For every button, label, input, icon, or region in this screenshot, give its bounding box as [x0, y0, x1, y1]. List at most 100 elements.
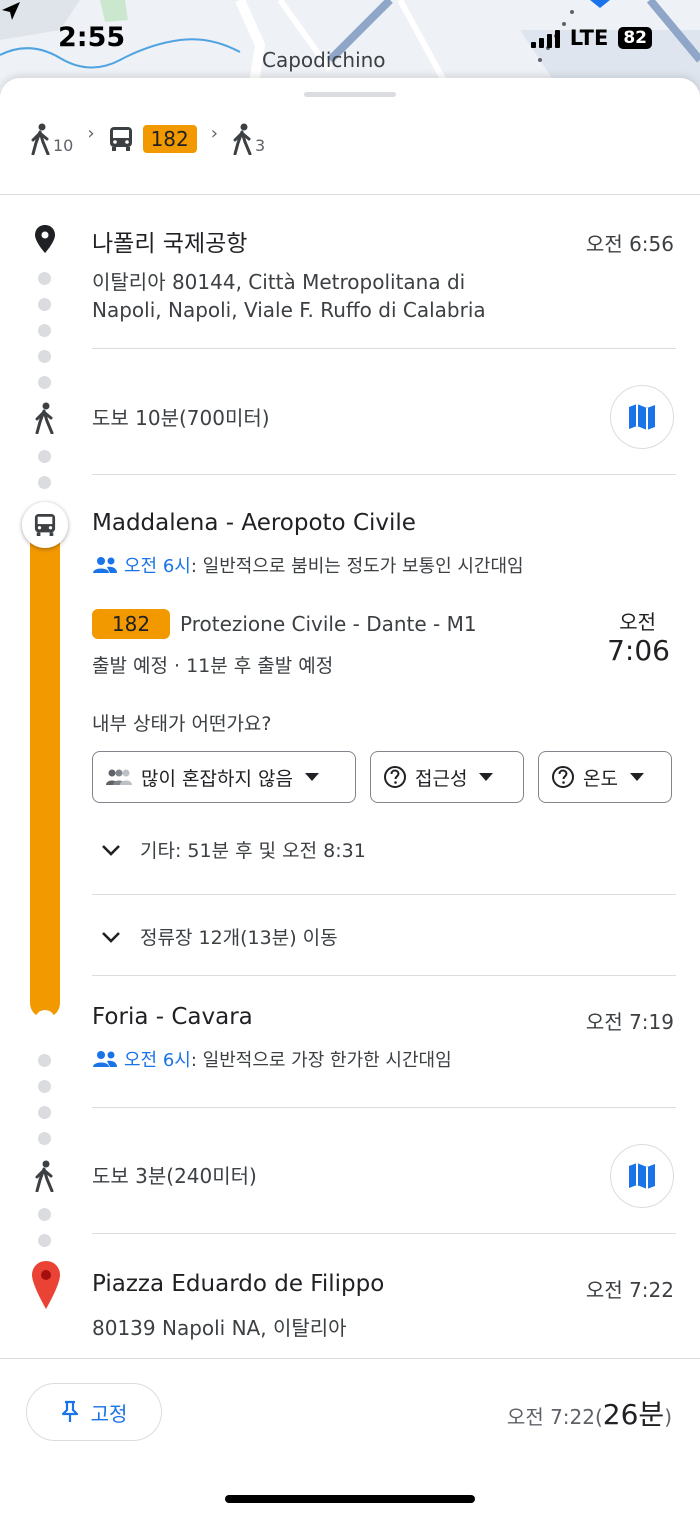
feedback-question: 내부 상태가 어떤가요?	[92, 713, 272, 735]
destination-title[interactable]: Piazza Eduardo de Filippo	[92, 1271, 384, 1297]
crowd-chip-label: 많이 혼잡하지 않음	[141, 767, 293, 790]
bus-route-badge: 182	[92, 609, 170, 639]
question-icon	[552, 766, 574, 788]
divider	[92, 1233, 676, 1234]
walk-icon	[35, 402, 54, 434]
origin-time: 오전 6:56	[585, 232, 674, 256]
walk-path-dot	[38, 272, 51, 285]
bus-headsign: Protezione Civile - Dante - M1	[180, 612, 477, 636]
departure-time: 7:06	[607, 634, 670, 667]
alight-crowd-time[interactable]: 오전 6시	[124, 1050, 191, 1071]
accessibility-chip[interactable]: 접근성	[370, 751, 524, 803]
walk-path-dot	[38, 1208, 51, 1221]
walk1-text: 도보 10분(700미터)	[92, 406, 270, 430]
accessibility-chip-label: 접근성	[415, 767, 468, 790]
bus-icon	[109, 127, 132, 151]
route-summary: 10 › 182 › 3	[30, 114, 265, 164]
other-departures-text: 기타: 51분 후 및 오전 8:31	[140, 840, 366, 862]
temperature-chip[interactable]: 온도	[538, 751, 672, 803]
other-departures-row[interactable]: 기타: 51분 후 및 오전 8:31	[100, 836, 366, 863]
origin-address-line1: 이탈리아 80144, Città Metropolitana di	[92, 270, 466, 294]
divider	[92, 894, 676, 895]
signal-icon	[530, 28, 560, 48]
location-arrow-icon	[2, 2, 20, 20]
alight-stop-time: 오전 7:19	[585, 1010, 674, 1034]
bus-route-badge: 182	[142, 125, 197, 153]
home-indicator[interactable]	[225, 1495, 475, 1503]
stops-row[interactable]: 정류장 12개(13분) 이동	[100, 923, 338, 950]
board-crowd-text: : 일반적으로 붐비는 정도가 보통인 시간대임	[190, 556, 524, 577]
walk-path-dot	[38, 476, 51, 489]
trip-summary: 오전 7:22( 26분 )	[507, 1393, 672, 1433]
pin-button[interactable]: 고정	[26, 1383, 162, 1441]
walk2-text: 도보 3분(240미터)	[92, 1164, 257, 1188]
temperature-chip-label: 온도	[583, 767, 618, 790]
walk-end-minutes: 3	[254, 136, 266, 155]
chevron-right-icon: ›	[210, 122, 218, 144]
board-stop-crowd: 오전 6시: 일반적으로 붐비는 정도가 보통인 시간대임	[92, 552, 524, 578]
walk-path-dot	[38, 376, 51, 389]
destination-address: 80139 Napoli NA, 이탈리아	[92, 1316, 347, 1340]
bus-icon	[34, 514, 56, 536]
walk-path-dot	[38, 1234, 51, 1247]
walk-path-dot	[38, 324, 51, 337]
alight-stop-title[interactable]: Foria - Cavara	[92, 1004, 253, 1030]
walk-path-dot	[38, 1132, 51, 1145]
walk1-map-button[interactable]	[610, 385, 674, 449]
departure-ampm: 오전	[619, 610, 656, 634]
chevron-down-icon	[479, 773, 494, 781]
bus-stop-node	[22, 502, 68, 548]
destination-pin-icon	[32, 1261, 60, 1309]
chevron-down-icon	[102, 844, 120, 856]
battery-icon: 82	[618, 27, 652, 49]
network-type: LTE	[569, 26, 609, 50]
alight-stop-crowd: 오전 6시: 일반적으로 가장 한가한 시간대임	[92, 1046, 452, 1072]
walk-path-dot	[38, 1054, 51, 1067]
divider	[92, 975, 676, 976]
walk2-map-button[interactable]	[610, 1144, 674, 1208]
stops-text: 정류장 12개(13분) 이동	[140, 927, 338, 949]
walk-icon	[233, 123, 252, 155]
pin-label: 고정	[90, 1401, 128, 1426]
origin-address-line2: Napoli, Napoli, Viale F. Ruffo di Calabr…	[92, 298, 486, 322]
destination-time: 오전 7:22	[585, 1278, 674, 1302]
trip-duration: 26분	[602, 1398, 665, 1431]
close-paren: )	[664, 1405, 672, 1429]
status-time: 2:55	[58, 22, 126, 53]
walk-path-dot	[38, 1106, 51, 1119]
alight-stop-node	[35, 1010, 55, 1030]
alight-crowd-text: : 일반적으로 가장 한가한 시간대임	[190, 1050, 452, 1071]
map-icon	[629, 404, 655, 430]
departure-status: 출발 예정 · 11분 후 출발 예정	[92, 655, 334, 677]
pin-icon	[61, 1400, 78, 1422]
arrival-time: 오전 7:22(	[506, 1405, 603, 1429]
walk-icon	[35, 1160, 54, 1192]
map-icon	[629, 1163, 655, 1189]
crowd-chip[interactable]: 많이 혼잡하지 않음	[92, 751, 356, 803]
divider	[0, 194, 700, 195]
board-stop-title[interactable]: Maddalena - Aeropoto Civile	[92, 510, 416, 536]
bus-route-line	[30, 521, 60, 1018]
walk-path-dot	[38, 298, 51, 311]
chevron-down-icon	[629, 773, 644, 781]
walk-icon	[31, 123, 50, 155]
divider	[92, 348, 676, 349]
map-place-label: Capodichino	[262, 48, 386, 72]
chevron-down-icon	[102, 931, 120, 943]
origin-title[interactable]: 나폴리 국제공항	[92, 224, 247, 258]
walk-path-dot	[38, 350, 51, 363]
divider	[92, 1107, 676, 1108]
walk-path-dot	[38, 450, 51, 463]
question-icon	[384, 766, 406, 788]
board-crowd-time[interactable]: 오전 6시	[124, 556, 191, 577]
directions-sheet: 10 › 182 › 3 나폴리 국제공항 오전 6:56 이탈리아 80144…	[0, 78, 700, 1514]
walk-path-dot	[38, 1080, 51, 1093]
place-pin-icon	[35, 225, 55, 253]
footer-bar: 고정 오전 7:22( 26분 )	[0, 1358, 700, 1514]
drag-handle[interactable]	[304, 92, 396, 97]
divider	[92, 474, 676, 475]
walk-start-minutes: 10	[53, 136, 74, 155]
people-icon	[93, 1051, 117, 1067]
people-icon	[106, 769, 132, 785]
people-icon	[93, 557, 117, 573]
